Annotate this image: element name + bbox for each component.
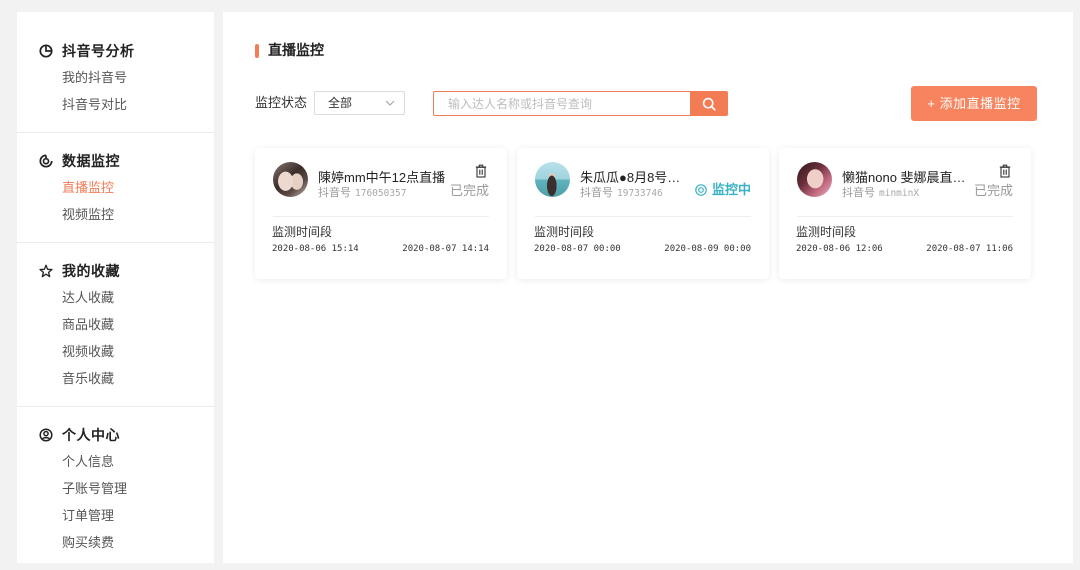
search-button[interactable] <box>690 91 728 116</box>
section-header: 抖音号分析 <box>17 37 214 64</box>
data-monitor-icon <box>39 153 53 168</box>
sidebar-section-account-analysis: 抖音号分析 我的抖音号 抖音号对比 <box>17 12 214 133</box>
sidebar-item-product-favorites[interactable]: 商品收藏 <box>17 311 214 338</box>
period-start: 2020-08-06 12:06 <box>796 244 883 254</box>
section-header: 个人中心 <box>17 421 214 448</box>
section-title: 抖音号分析 <box>62 42 135 59</box>
divider <box>797 216 1013 217</box>
user-circle-icon <box>39 427 53 442</box>
period-start: 2020-08-06 15:14 <box>272 244 359 254</box>
search-icon <box>702 97 716 111</box>
period-label: 监测时间段 <box>534 225 595 239</box>
sidebar-item-my-douyin-account[interactable]: 我的抖音号 <box>17 64 214 91</box>
streamer-name: 朱瓜瓜●8月8号… <box>580 170 681 185</box>
monitor-card[interactable]: 懒猫nono 斐娜晨直… 抖音号 minminX 已完成 监测时间段 2020-0… <box>779 148 1031 279</box>
section-header: 数据监控 <box>17 147 214 174</box>
status-select[interactable]: 全部 <box>314 91 405 115</box>
account-number: 抖音号 19733746 <box>580 186 663 200</box>
period-end: 2020-08-07 14:14 <box>402 244 489 254</box>
sidebar-item-account-compare[interactable]: 抖音号对比 <box>17 91 214 118</box>
star-icon <box>39 264 53 278</box>
period-end: 2020-08-07 11:06 <box>926 244 1013 254</box>
streamer-name: 懒猫nono 斐娜晨直… <box>842 170 966 185</box>
sidebar-item-music-favorites[interactable]: 音乐收藏 <box>17 365 214 392</box>
add-live-monitor-button[interactable]: + 添加直播监控 <box>911 86 1037 121</box>
title-accent-bar <box>255 44 259 58</box>
avatar <box>797 162 832 197</box>
status-select-value: 全部 <box>328 96 353 110</box>
chevron-down-icon <box>385 100 395 106</box>
status-text: 已完成 <box>973 183 1013 198</box>
sidebar-section-favorites: 我的收藏 达人收藏 商品收藏 视频收藏 音乐收藏 <box>17 243 214 407</box>
account-label: 抖音号 <box>318 187 351 199</box>
account-id: 19733746 <box>617 188 663 199</box>
main-panel: 直播监控 监控状态 全部 + 添加直播监控 陳婷mm中午12点直播 抖音号 176… <box>223 12 1073 563</box>
account-label: 抖音号 <box>580 187 613 199</box>
divider <box>535 216 751 217</box>
status-badge: 监控中 <box>695 182 751 198</box>
period-label: 监测时间段 <box>796 225 857 239</box>
page-title: 直播监控 <box>268 42 324 58</box>
account-number: 抖音号 minminX <box>842 186 919 200</box>
period-end: 2020-08-09 00:00 <box>664 244 751 254</box>
search-input[interactable] <box>433 91 690 116</box>
status-text: 已完成 <box>449 183 489 198</box>
period-start: 2020-08-07 00:00 <box>534 244 621 254</box>
account-number: 抖音号 176050357 <box>318 186 406 200</box>
sidebar: 抖音号分析 我的抖音号 抖音号对比 数据监控 直播监控 视频监控 我的收藏 达人… <box>17 12 214 563</box>
streamer-name: 陳婷mm中午12点直播 <box>318 170 446 185</box>
monitor-card[interactable]: 陳婷mm中午12点直播 抖音号 176050357 已完成 监测时间段 2020-… <box>255 148 507 279</box>
account-label: 抖音号 <box>842 187 875 199</box>
sidebar-item-video-monitor[interactable]: 视频监控 <box>17 201 214 228</box>
sidebar-item-live-monitor[interactable]: 直播监控 <box>17 174 214 201</box>
pie-chart-icon <box>39 43 53 58</box>
sidebar-section-data-monitor: 数据监控 直播监控 视频监控 <box>17 133 214 243</box>
period-label: 监测时间段 <box>272 225 333 239</box>
sidebar-item-orders[interactable]: 订单管理 <box>17 502 214 529</box>
sidebar-item-profile[interactable]: 个人信息 <box>17 448 214 475</box>
avatar <box>535 162 570 197</box>
status-text: 监控中 <box>711 182 751 197</box>
sidebar-section-personal-center: 个人中心 个人信息 子账号管理 订单管理 购买续费 <box>17 407 214 570</box>
target-icon <box>695 184 707 196</box>
section-header: 我的收藏 <box>17 257 214 284</box>
account-id: minminX <box>879 188 920 199</box>
sidebar-item-influencer-favorites[interactable]: 达人收藏 <box>17 284 214 311</box>
account-id: 176050357 <box>355 188 407 199</box>
section-title: 我的收藏 <box>62 262 120 279</box>
trash-icon[interactable] <box>999 164 1011 178</box>
avatar <box>273 162 308 197</box>
trash-icon[interactable] <box>475 164 487 178</box>
sidebar-item-sub-accounts[interactable]: 子账号管理 <box>17 475 214 502</box>
section-title: 数据监控 <box>62 152 120 169</box>
sidebar-item-video-favorites[interactable]: 视频收藏 <box>17 338 214 365</box>
sidebar-item-renewal[interactable]: 购买续费 <box>17 529 214 556</box>
monitor-card[interactable]: 朱瓜瓜●8月8号… 抖音号 19733746 监控中 监测时间段 2020-08-… <box>517 148 769 279</box>
status-filter-label: 监控状态 <box>255 95 308 110</box>
divider <box>273 216 489 217</box>
section-title: 个人中心 <box>62 426 120 443</box>
